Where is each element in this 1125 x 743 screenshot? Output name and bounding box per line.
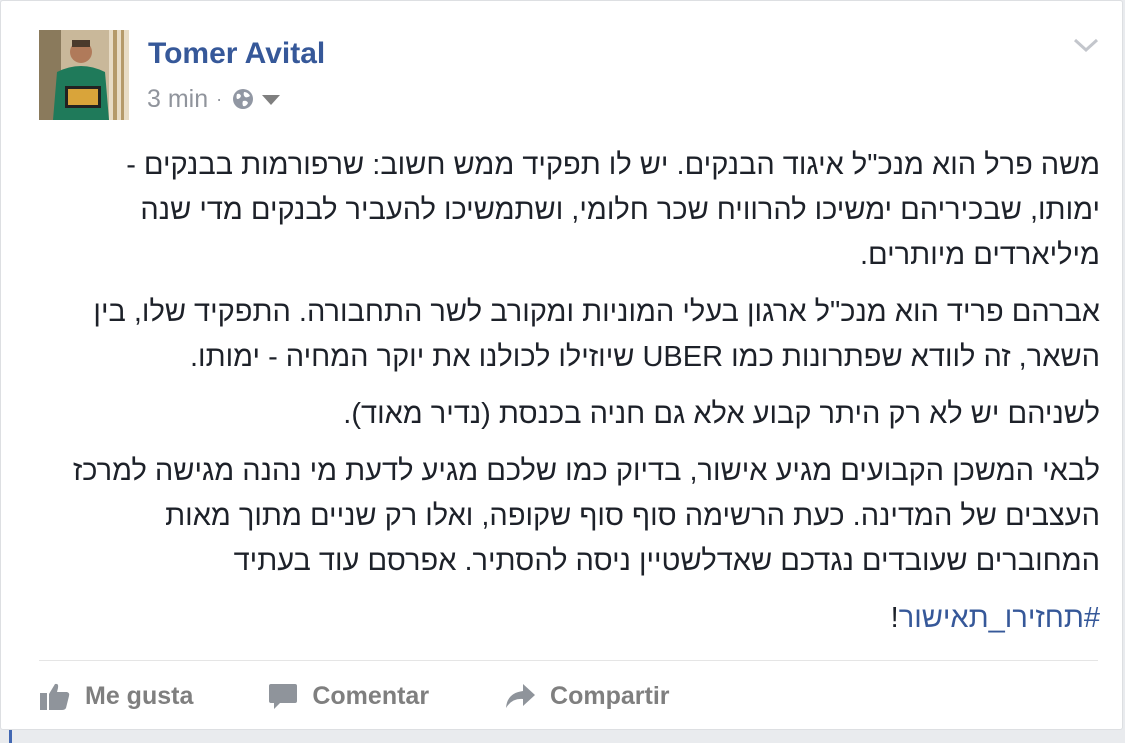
post-paragraph: אברהם פריד הוא מנכ"ל ארגון בעלי המוניות … bbox=[93, 296, 1100, 373]
meta-separator: · bbox=[216, 88, 223, 109]
share-arrow-icon bbox=[506, 684, 536, 708]
post-meta: 3 min · bbox=[147, 84, 281, 114]
avatar[interactable] bbox=[39, 30, 129, 120]
avatar-photo bbox=[39, 30, 129, 120]
comment-label: Comentar bbox=[312, 681, 430, 710]
feed-background bbox=[0, 730, 1125, 743]
caret-down-icon[interactable] bbox=[262, 95, 281, 105]
speech-bubble-icon bbox=[269, 684, 298, 709]
like-button[interactable]: Me gusta bbox=[39, 681, 193, 711]
divider bbox=[39, 660, 1098, 661]
globe-icon[interactable] bbox=[232, 88, 254, 110]
post-paragraph: לבאי המשכן הקבועים מגיע אישור, בדיוק כמו… bbox=[72, 455, 1100, 577]
author-name[interactable]: Tomer Avital bbox=[148, 37, 325, 70]
chevron-down-icon[interactable] bbox=[1072, 35, 1100, 55]
hashtag-suffix: ! bbox=[890, 602, 899, 634]
share-button[interactable]: Compartir bbox=[504, 681, 670, 711]
hashtag-line: #תחזירו_תאישור! bbox=[55, 596, 1100, 641]
post-paragraph: לשניהם יש לא רק היתר קבוע אלא גם חניה בכ… bbox=[343, 398, 1100, 430]
post-actions: Me gusta Comentar Compartir bbox=[39, 671, 745, 721]
comment-button[interactable]: Comentar bbox=[268, 681, 429, 711]
post-paragraph: משה פרל הוא מנכ"ל איגוד הבנקים. יש לו תפ… bbox=[126, 149, 1100, 271]
share-label: Compartir bbox=[550, 681, 670, 710]
hashtag-link[interactable]: #תחזירו_תאישור bbox=[899, 602, 1100, 634]
like-label: Me gusta bbox=[85, 681, 194, 710]
post-card: Tomer Avital 3 min · משה פרל הוא מנכ"ל א… bbox=[0, 0, 1123, 730]
scroll-indicator bbox=[9, 730, 12, 743]
post-body: משה פרל הוא מנכ"ל איגוד הבנקים. יש לו תפ… bbox=[55, 143, 1100, 653]
thumbs-up-icon bbox=[40, 683, 70, 710]
post-time[interactable]: 3 min bbox=[147, 85, 208, 114]
